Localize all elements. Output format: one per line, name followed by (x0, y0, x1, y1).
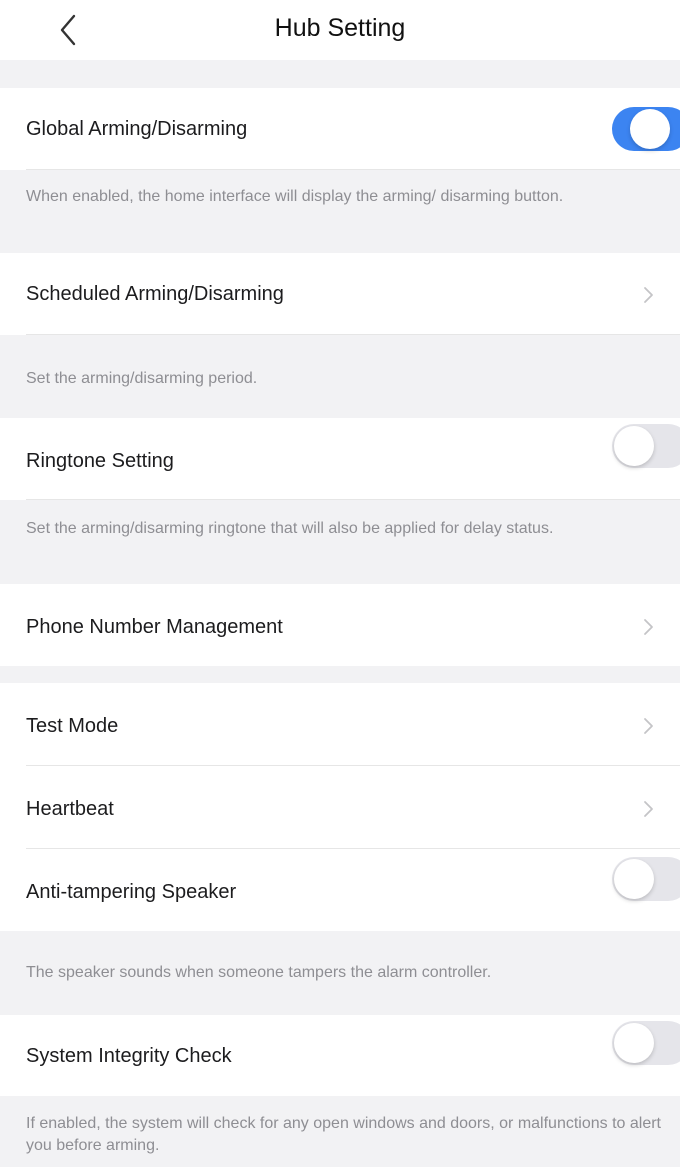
page-title: Hub Setting (274, 14, 406, 42)
chevron-right-icon (642, 799, 654, 819)
anti-tampering-toggle[interactable] (612, 857, 680, 901)
chevron-right-icon (642, 617, 654, 637)
divider (26, 169, 680, 170)
anti-tampering-row[interactable]: Anti-tampering Speaker (0, 849, 680, 931)
integrity-check-label: System Integrity Check (26, 1045, 232, 1067)
toggle-knob (614, 1023, 654, 1063)
test-mode-label: Test Mode (26, 715, 119, 737)
global-arming-note: When enabled, the home interface will di… (26, 188, 564, 205)
ringtone-label: Ringtone Setting (26, 450, 174, 472)
scheduled-arming-note: Set the arming/disarming period. (26, 370, 258, 387)
ringtone-toggle[interactable] (612, 424, 680, 468)
phone-number-label: Phone Number Management (26, 616, 283, 638)
global-arming-label: Global Arming/Disarming (26, 118, 248, 140)
global-arming-row[interactable]: Global Arming/Disarming (0, 88, 680, 170)
divider (26, 499, 680, 500)
scheduled-arming-row[interactable]: Scheduled Arming/Disarming (0, 253, 680, 335)
toggle-knob (630, 109, 670, 149)
integrity-check-row[interactable]: System Integrity Check (0, 1015, 680, 1096)
heartbeat-label: Heartbeat (26, 798, 114, 820)
global-arming-toggle[interactable] (612, 107, 680, 151)
chevron-right-icon (642, 716, 654, 736)
toggle-knob (614, 426, 654, 466)
divider (26, 334, 680, 335)
integrity-check-note: If enabled, the system will check for an… (26, 1115, 661, 1154)
heartbeat-row[interactable]: Heartbeat (0, 766, 680, 849)
ringtone-note: Set the arming/disarming ringtone that w… (26, 520, 554, 537)
chevron-right-icon (642, 285, 654, 305)
scheduled-arming-label: Scheduled Arming/Disarming (26, 283, 284, 305)
integrity-check-toggle[interactable] (612, 1021, 680, 1065)
anti-tampering-note: The speaker sounds when someone tampers … (26, 964, 492, 981)
navigation-bar: Hub Setting (0, 0, 680, 60)
toggle-knob (614, 859, 654, 899)
test-mode-row[interactable]: Test Mode (0, 683, 680, 766)
ringtone-row[interactable]: Ringtone Setting (0, 418, 680, 500)
anti-tampering-label: Anti-tampering Speaker (26, 881, 237, 903)
phone-number-row[interactable]: Phone Number Management (0, 584, 680, 666)
